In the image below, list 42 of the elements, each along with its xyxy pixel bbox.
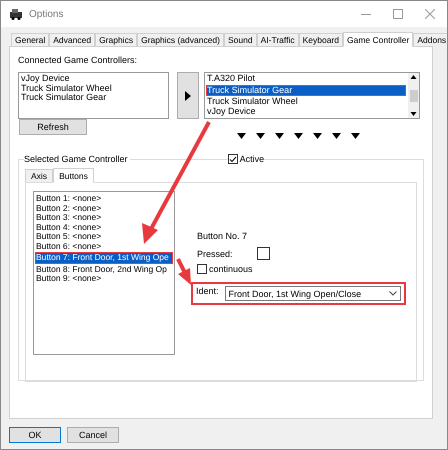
list-item[interactable]: Button 5: <none> — [36, 232, 172, 242]
list-item[interactable]: vJoy Device — [207, 106, 405, 116]
dialog-button[interactable]: OK — [9, 427, 61, 443]
tab[interactable]: Keyboard — [298, 33, 343, 46]
tab[interactable]: AI-Traffic — [256, 33, 299, 46]
tab[interactable]: Addons — [413, 33, 447, 46]
list-item[interactable]: Button 6: <none> — [36, 242, 172, 251]
tab[interactable]: Buttons — [53, 168, 94, 183]
list-item[interactable]: Truck Simulator Wheel — [207, 97, 405, 106]
list-item[interactable]: Button 3: <none> — [36, 213, 172, 222]
pressed-label: Pressed: — [197, 248, 233, 258]
list-item[interactable]: Truck Simulator Wheel — [21, 84, 166, 93]
window-title: Options — [29, 8, 64, 20]
continuous-label: continuous — [209, 264, 253, 274]
button-number: Button No. 7 — [197, 231, 248, 241]
group-title: Selected Game Controller — [24, 154, 130, 164]
list-item[interactable]: Button 9: <none> — [36, 274, 172, 284]
list-item[interactable]: Truck Simulator Gear — [207, 86, 405, 95]
tab[interactable]: Advanced — [49, 33, 96, 46]
list-item[interactable]: Button 1: <none> — [36, 194, 172, 204]
buttons-list[interactable]: Button 1: <none> Button 2: <none> Button 3: <none> Button 4: <none> Button 5: <none> Button 6: <none> Button 7: Front Door, 1st Wing Ope Button 8: Front Door, 2nd Wing Op Button 9: <none> — [33, 191, 175, 355]
list-item[interactable]: vJoy Device — [21, 74, 166, 84]
dialog-button[interactable]: Cancel — [67, 427, 119, 443]
list-item[interactable]: T.A320 Pilot — [207, 74, 405, 84]
refresh-button[interactable]: Refresh — [19, 119, 87, 135]
active-label: Active — [240, 154, 264, 164]
list-item[interactable]: Button 7: Front Door, 1st Wing Ope — [36, 253, 172, 262]
list-item[interactable]: Truck Simulator Gear — [21, 93, 166, 102]
connected-label: Connected Game Controllers: — [18, 55, 138, 65]
tab[interactable]: Graphics — [95, 33, 138, 46]
ident-dropdown[interactable]: Front Door, 1st Wing Open/Close — [224, 286, 401, 301]
tab[interactable]: Graphics (advanced) — [137, 33, 224, 46]
tab[interactable]: Game Controller — [342, 32, 414, 47]
list-item[interactable]: Button 8: Front Door, 2nd Wing Op — [36, 264, 172, 274]
tab[interactable]: Sound — [224, 33, 257, 46]
tab[interactable]: Axis — [25, 169, 54, 182]
assigned-list[interactable]: T.A320 Pilot Truck Simulator Gear Truck Simulator Wheel vJoy Device — [204, 72, 420, 119]
list-item[interactable]: Button 4: <none> — [36, 222, 172, 232]
ident-label: Ident: — [196, 286, 219, 296]
tab[interactable]: General — [11, 33, 50, 46]
connected-list[interactable]: vJoy Device Truck Simulator Wheel Truck Simulator Gear — [18, 72, 169, 119]
list-item[interactable]: Button 2: <none> — [36, 204, 172, 213]
